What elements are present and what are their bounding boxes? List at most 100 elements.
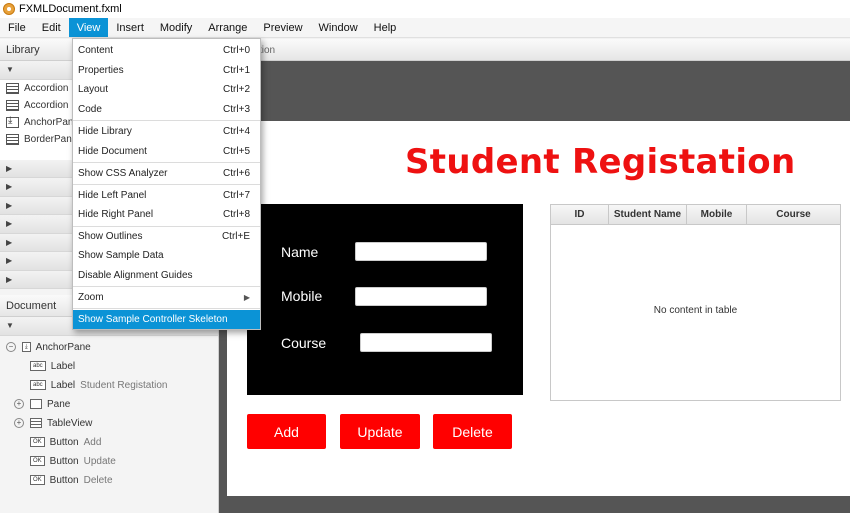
menu-file[interactable]: File xyxy=(0,18,34,37)
app-icon xyxy=(3,3,15,15)
menu-item-show-outlines[interactable]: Show Outlines Ctrl+E xyxy=(73,227,260,246)
menu-preview[interactable]: Preview xyxy=(255,18,310,37)
menu-edit[interactable]: Edit xyxy=(34,18,69,37)
editor-tab-label: tion xyxy=(259,45,276,56)
column-header-student-name[interactable]: Student Name xyxy=(609,205,687,224)
label-icon: abc xyxy=(30,380,46,390)
tree-node-tableview[interactable]: + TableView xyxy=(14,414,92,433)
collapse-node-icon[interactable]: − xyxy=(6,342,16,352)
menu-item-label: Show Outlines xyxy=(78,231,143,242)
menu-item-shortcut: Ctrl+1 xyxy=(223,65,250,76)
menu-arrange[interactable]: Arrange xyxy=(200,18,255,37)
tree-node-label: TableView xyxy=(47,417,93,429)
expand-arrow-icon: ▶ xyxy=(6,182,13,192)
menu-item-label: Show Sample Data xyxy=(78,250,164,261)
menu-item-zoom[interactable]: Zoom ▶ xyxy=(73,288,260,307)
menu-separator xyxy=(73,184,260,185)
menu-bar: File Edit View Insert Modify Arrange Pre… xyxy=(0,18,850,38)
menu-item-label: Disable Alignment Guides xyxy=(78,270,193,281)
window-title: FXMLDocument.fxml xyxy=(19,3,122,15)
name-field[interactable] xyxy=(355,242,487,261)
menu-item-shortcut: Ctrl+2 xyxy=(223,84,250,95)
library-item-label: AnchorPane xyxy=(24,116,80,128)
menu-item-shortcut: Ctrl+7 xyxy=(223,190,250,201)
update-button[interactable]: Update xyxy=(340,414,420,449)
expand-arrow-icon: ▶ xyxy=(6,237,13,247)
tree-node-sub: Update xyxy=(83,455,116,467)
menu-item-label: Code xyxy=(78,104,102,115)
tree-node-button-delete[interactable]: OK Button Delete xyxy=(30,471,113,490)
menu-item-label: Content xyxy=(78,45,114,56)
menu-item-hide-right-panel[interactable]: Hide Right Panel Ctrl+8 xyxy=(73,205,260,224)
button-icon: OK xyxy=(30,456,45,466)
menu-item-disable-alignment-guides[interactable]: Disable Alignment Guides xyxy=(73,266,260,285)
document-title: Document xyxy=(6,299,57,312)
tree-node-button-add[interactable]: OK Button Add xyxy=(30,433,101,452)
title-bar: FXMLDocument.fxml xyxy=(0,0,850,18)
menu-item-shortcut: Ctrl+4 xyxy=(223,126,250,137)
menu-item-hide-left-panel[interactable]: Hide Left Panel Ctrl+7 xyxy=(73,186,260,205)
menu-item-layout[interactable]: Layout Ctrl+2 xyxy=(73,80,260,99)
name-label: Name xyxy=(281,244,319,260)
tree-node-label: AnchorPane xyxy=(35,341,91,353)
student-table[interactable]: ID Student Name Mobile Course No content… xyxy=(550,204,841,401)
menu-item-label: Hide Right Panel xyxy=(78,209,154,220)
menu-item-show-sample-controller-skeleton[interactable]: Show Sample Controller Skeleton xyxy=(73,310,260,329)
expand-node-icon[interactable]: + xyxy=(14,418,24,428)
menu-item-label: Hide Left Panel xyxy=(78,190,147,201)
column-header-mobile[interactable]: Mobile xyxy=(687,205,747,224)
anchorpane-icon xyxy=(6,115,19,128)
collapse-arrow-icon: ▼ xyxy=(6,65,14,75)
tree-node-label: Button xyxy=(49,474,79,486)
expand-node-icon[interactable]: + xyxy=(14,399,24,409)
delete-button[interactable]: Delete xyxy=(433,414,512,449)
form-pane[interactable]: Name Mobile Course xyxy=(247,204,523,395)
tree-node-label: Button xyxy=(49,436,79,448)
menu-item-hide-library[interactable]: Hide Library Ctrl+4 xyxy=(73,122,260,141)
column-header-id[interactable]: ID xyxy=(551,205,609,224)
tree-node-label-1[interactable]: abc Label xyxy=(30,357,75,376)
tree-node-button-update[interactable]: OK Button Update xyxy=(30,452,116,471)
menu-separator xyxy=(73,120,260,121)
menu-separator xyxy=(73,308,260,309)
menu-item-shortcut: Ctrl+3 xyxy=(223,104,250,115)
library-item-label: BorderPane xyxy=(24,133,78,145)
mobile-field[interactable] xyxy=(355,287,487,306)
anchorpane-icon: ⤓ xyxy=(22,342,31,352)
tree-node-pane[interactable]: + Pane xyxy=(14,395,70,414)
menu-item-show-sample-data[interactable]: Show Sample Data xyxy=(73,246,260,265)
menu-item-show-css-analyzer[interactable]: Show CSS Analyzer Ctrl+6 xyxy=(73,164,260,183)
add-button[interactable]: Add xyxy=(247,414,326,449)
submenu-arrow-icon: ▶ xyxy=(243,293,250,302)
library-title: Library xyxy=(6,43,40,56)
menu-item-content[interactable]: Content Ctrl+0 xyxy=(73,41,260,60)
menu-item-label: Zoom xyxy=(78,292,104,303)
tree-node-label-2[interactable]: abc Label Student Registation xyxy=(30,376,167,395)
menu-item-properties[interactable]: Properties Ctrl+1 xyxy=(73,61,260,80)
tableview-icon xyxy=(30,418,42,428)
expand-arrow-icon: ▶ xyxy=(6,200,13,210)
menu-item-label: Properties xyxy=(78,65,124,76)
menu-item-code[interactable]: Code Ctrl+3 xyxy=(73,100,260,119)
tree-node-label: Label xyxy=(50,379,76,391)
menu-item-shortcut: Ctrl+8 xyxy=(223,209,250,220)
column-header-course[interactable]: Course xyxy=(747,205,840,224)
menu-item-label: Show Sample Controller Skeleton xyxy=(78,314,228,325)
tree-node-label: Pane xyxy=(47,398,71,410)
menu-item-hide-document[interactable]: Hide Document Ctrl+5 xyxy=(73,142,260,161)
menu-modify[interactable]: Modify xyxy=(152,18,200,37)
expand-arrow-icon: ▶ xyxy=(6,219,13,229)
table-empty-message: No content in table xyxy=(653,305,738,316)
menu-item-shortcut: Ctrl+0 xyxy=(223,45,250,56)
borderpane-icon xyxy=(6,133,19,145)
menu-item-shortcut: Ctrl+E xyxy=(221,231,250,242)
menu-insert[interactable]: Insert xyxy=(108,18,152,37)
menu-window[interactable]: Window xyxy=(311,18,366,37)
tree-node-anchorpane[interactable]: − ⤓ AnchorPane xyxy=(4,338,91,357)
menu-help[interactable]: Help xyxy=(366,18,405,37)
course-label: Course xyxy=(281,335,327,351)
heading-label[interactable]: Student Registation xyxy=(405,142,795,182)
course-field[interactable] xyxy=(360,333,492,352)
menu-separator xyxy=(73,286,260,287)
menu-view[interactable]: View xyxy=(68,18,109,37)
